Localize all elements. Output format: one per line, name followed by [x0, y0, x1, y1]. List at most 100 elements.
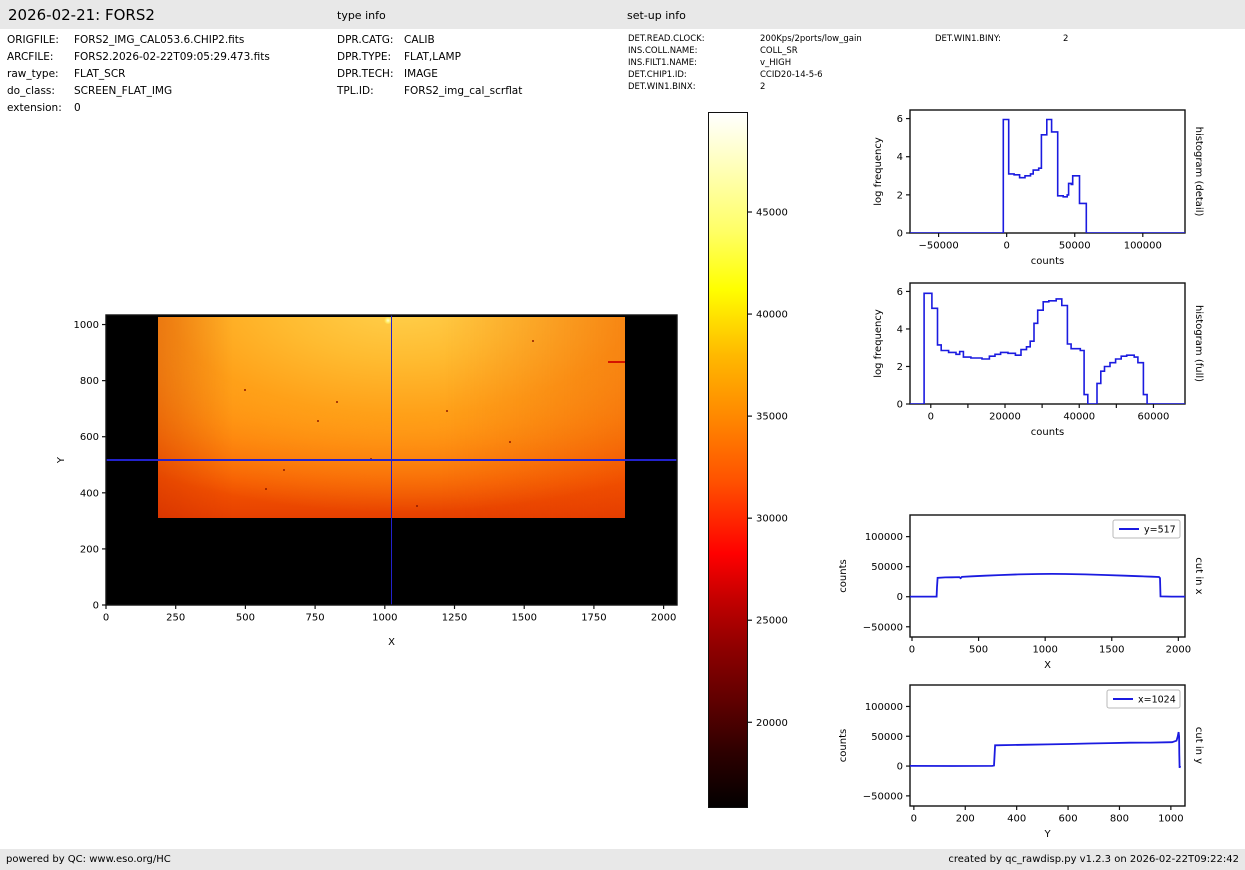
rawtype-value: FLAT_SCR [74, 68, 126, 80]
data-curve [910, 292, 1185, 404]
right-axis-label: histogram (detail) [1193, 127, 1204, 217]
x-tick-label: 500 [969, 645, 988, 656]
x-tick-label: 400 [1007, 814, 1026, 825]
footer-powered-by: powered by QC: www.eso.org/HC [6, 854, 171, 865]
filt1-name-value: v_HIGH [760, 58, 792, 68]
y-tick-label: 0 [897, 762, 903, 773]
red-line-artifact [607, 361, 625, 364]
legend-box [1112, 519, 1181, 539]
y-tick-label: −50000 [863, 791, 903, 802]
x-tick-label: 2000 [651, 613, 676, 624]
tpl-id-label: TPL.ID: [337, 85, 374, 97]
y-tick-label: 0 [897, 229, 903, 240]
x-tick-label: 800 [1110, 814, 1129, 825]
doclass-label: do_class: [7, 85, 55, 97]
origfile-label: ORIGFILE: [7, 34, 59, 46]
chip1-id-value: CCID20-14-5-6 [760, 70, 823, 80]
axes-frame [909, 282, 1186, 405]
colorbar-tick-label: 25000 [756, 616, 788, 627]
y-tick-label: 200 [80, 544, 99, 555]
read-clock-label: DET.READ.CLOCK: [628, 34, 705, 44]
rawtype-label: raw_type: [7, 68, 59, 80]
y-tick-label: 2 [897, 190, 903, 201]
y-tick-label: −50000 [863, 622, 903, 633]
plot-hist_full: 0 20000 40000 60000 0 2 4 6 counts log frequency h… [873, 282, 1204, 438]
x-tick-label: 200 [956, 814, 975, 825]
right-axis-label: cut in x [1193, 557, 1204, 594]
x-axis-label: X [388, 637, 395, 648]
filt1-name-label: INS.FILT1.NAME: [628, 58, 697, 68]
colorbar-axis: 20000 25000 30000 35000 40000 45000 [748, 208, 788, 729]
setup-info-title: set-up info [627, 9, 686, 22]
dpr-type-value: FLAT,LAMP [404, 51, 461, 63]
plot-cut_x: 0 500 1000 1500 2000 −50000 0 50000 100000 Xcount… [838, 514, 1204, 671]
x-tick-label: 500 [236, 613, 255, 624]
colorbar-tick-label: 30000 [756, 514, 788, 525]
crosshair-hline [106, 459, 677, 461]
right-axis-label: cut in y [1193, 727, 1204, 764]
coll-name-value: COLL_SR [760, 46, 798, 56]
y-tick-label: 0 [897, 592, 903, 603]
colorbar-tick-label: 45000 [756, 208, 788, 219]
legend-box [1106, 689, 1181, 709]
x-tick-label: 1250 [442, 613, 467, 624]
x-tick-label: 1000 [372, 613, 397, 624]
x-tick-label: 60000 [1138, 412, 1170, 423]
y-tick-label: 0 [93, 601, 99, 612]
x-tick-label: 0 [909, 645, 915, 656]
x-tick-label: 100000 [1124, 241, 1162, 252]
y-tick-label: 400 [80, 488, 99, 499]
win1-biny-value: 2 [1063, 34, 1069, 44]
chip1-id-label: DET.CHIP1.ID: [628, 70, 687, 80]
page-title: 2026-02-21: FORS2 [8, 6, 155, 24]
y-tick-label: 0 [897, 400, 903, 411]
y-tick-label: 800 [80, 376, 99, 387]
tpl-id-value: FORS2_img_cal_scrflat [404, 85, 523, 97]
data-curve [910, 731, 1181, 769]
x-axis-label: counts [1031, 427, 1064, 438]
y-axis-label: counts [838, 559, 849, 592]
legend-label: y=517 [1144, 525, 1176, 536]
x-axis-label: counts [1031, 256, 1064, 267]
dpr-tech-value: IMAGE [404, 68, 438, 80]
type-info-title: type info [337, 9, 386, 22]
y-tick-label: 6 [897, 287, 903, 298]
data-curve [910, 572, 1185, 598]
x-tick-label: 1500 [1099, 645, 1124, 656]
data-curve [910, 118, 1185, 233]
x-tick-label: 50000 [1059, 241, 1091, 252]
x-tick-label: −50000 [918, 241, 958, 252]
x-tick-label: 2000 [1166, 645, 1191, 656]
plot-cut_y: 0 200 400 600 800 1000 −50000 0 50000 100000 Ycoun… [838, 684, 1204, 840]
axes-frame [909, 514, 1186, 638]
y-tick-label: 6 [897, 114, 903, 125]
x-tick-label: 0 [928, 412, 934, 423]
dpr-tech-label: DPR.TECH: [337, 68, 394, 80]
x-tick-label: 1750 [581, 613, 606, 624]
x-tick-label: 750 [306, 613, 325, 624]
extension-label: extension: [7, 102, 62, 114]
y-tick-label: 4 [897, 324, 903, 335]
x-tick-label: 1000 [1158, 814, 1183, 825]
x-tick-label: 0 [103, 613, 109, 624]
plot-hist_detail: −50000 0 50000 100000 0 2 4 6 counts log frequenc… [873, 109, 1204, 267]
dpr-catg-label: DPR.CATG: [337, 34, 394, 46]
y-tick-label: 4 [897, 152, 903, 163]
dpr-catg-value: CALIB [404, 34, 435, 46]
win1-biny-label: DET.WIN1.BINY: [935, 34, 1001, 44]
x-tick-label: 600 [1059, 814, 1078, 825]
x-tick-label: 1500 [511, 613, 536, 624]
y-tick-label: 600 [80, 432, 99, 443]
colorbar [708, 112, 748, 808]
y-tick-label: 2 [897, 362, 903, 373]
x-tick-label: 40000 [1063, 412, 1095, 423]
header-bar [0, 0, 1245, 29]
win1-binx-value: 2 [760, 82, 766, 92]
y-tick-label: 100000 [865, 532, 903, 543]
x-tick-label: 20000 [989, 412, 1021, 423]
axes-frame [909, 109, 1186, 234]
coll-name-label: INS.COLL.NAME: [628, 46, 698, 56]
doclass-value: SCREEN_FLAT_IMG [74, 85, 173, 97]
x-axis-label: Y [1043, 829, 1051, 840]
colorbar-tick-label: 35000 [756, 412, 788, 423]
